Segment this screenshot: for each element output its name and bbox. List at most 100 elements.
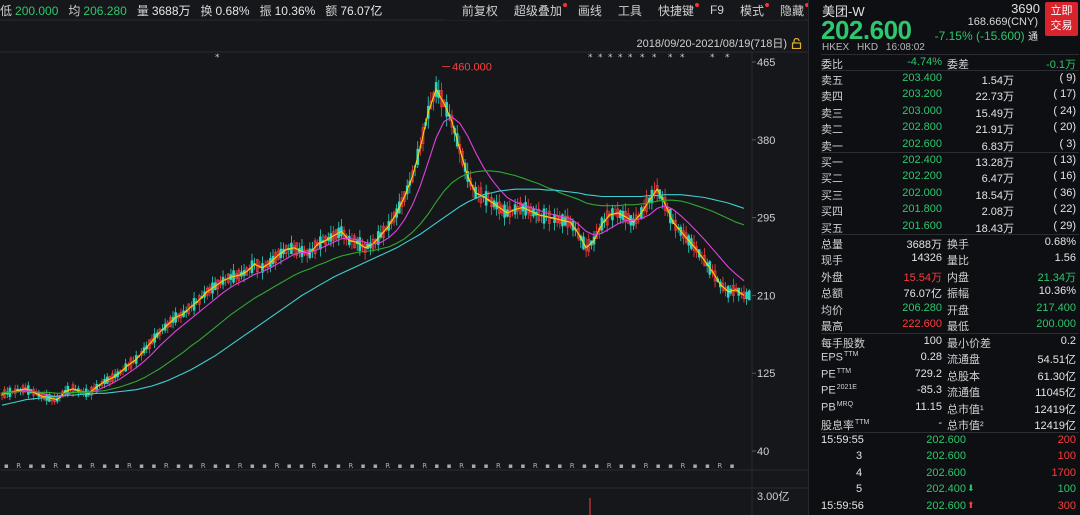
fundamental-label: EPSTTM <box>821 351 859 365</box>
tick-price: 202.600 <box>926 434 966 446</box>
weibi-value: -4.74% <box>907 56 942 68</box>
toolbar-button[interactable]: 前复权 <box>462 2 498 19</box>
toolbar-button[interactable]: 超级叠加 <box>514 2 567 19</box>
rights-marker: ▪ <box>594 462 599 470</box>
rights-marker: ▪ <box>299 462 304 470</box>
order-book-row[interactable]: 买一 202.400 13.28万( 13) <box>821 152 1076 169</box>
rights-marker: R <box>496 462 501 470</box>
toolbar-button[interactable]: 快捷键 <box>658 2 699 19</box>
tick-time: 3 <box>856 450 863 463</box>
ma-line-2 <box>1 116 745 398</box>
order-book-count: ( 16) <box>1053 170 1076 183</box>
stat-row: 总量 3688万 换手 0.68% <box>821 234 1076 251</box>
rights-marker: ▪ <box>41 462 46 470</box>
rights-marker: ▪ <box>410 462 415 470</box>
order-book-row[interactable]: 卖四 203.200 22.73万( 17) <box>821 86 1076 103</box>
rights-marker: ▪ <box>213 462 218 470</box>
rights-marker: R <box>90 462 95 470</box>
fundamental-value: 11.15 <box>915 400 942 413</box>
order-book-price: 202.200 <box>902 170 942 183</box>
toolbar-button[interactable]: F9 <box>710 3 724 17</box>
order-book-price: 203.400 <box>902 72 942 84</box>
fundamental-label: 股息率TTM <box>821 419 870 432</box>
y-tick-label: 465 <box>757 57 775 69</box>
fundamental-value: - <box>938 417 942 429</box>
stat-value: 10.36% <box>1038 285 1076 298</box>
event-star-icon: * <box>588 53 593 63</box>
order-book-count: ( 36) <box>1053 186 1076 199</box>
y-tick-label: 125 <box>757 368 775 380</box>
rights-marker: ▪ <box>558 462 563 470</box>
order-book-count: ( 17) <box>1053 88 1076 101</box>
rights-marker: ▪ <box>225 462 230 470</box>
rights-marker: R <box>164 462 169 470</box>
fundamental-value: 0.2 <box>1060 335 1076 347</box>
event-star-icon: * <box>618 53 623 63</box>
rights-marker: R <box>16 462 21 470</box>
rights-marker: R <box>312 462 317 470</box>
rights-marker: ▪ <box>668 462 673 470</box>
top-stat-label: 均 <box>68 3 81 18</box>
quote-time: 16:08:02 <box>885 42 925 53</box>
order-book-row[interactable]: 卖五 203.400 1.54万( 9) <box>821 70 1076 87</box>
order-book-row[interactable]: 卖三 203.000 15.49万( 24) <box>821 103 1076 120</box>
rights-marker: ▪ <box>115 462 120 470</box>
order-book-row[interactable]: 卖一 202.600 6.83万( 3) <box>821 136 1076 153</box>
rights-marker: ▪ <box>545 462 550 470</box>
trade-now-button[interactable]: 立即 交易 <box>1045 2 1078 36</box>
rights-marker: ▪ <box>705 462 710 470</box>
rights-marker: R <box>681 462 686 470</box>
fundamental-label-suffix: TTM <box>855 419 870 427</box>
rights-marker: ▪ <box>139 462 144 470</box>
kline-chart[interactable]: 465 380 295 210 125 40 460.000 * * * * * * * * * * * * ▪ R ▪ ▪… <box>0 0 808 515</box>
event-star-icon: * <box>680 53 685 63</box>
toolbar-button[interactable]: 模式 <box>740 2 769 19</box>
order-book-row[interactable]: 买二 202.200 6.47万( 16) <box>821 168 1076 185</box>
y-tick-label: 210 <box>757 290 775 302</box>
exchange-label: HKEX <box>822 42 850 53</box>
tick-time: 15:59:56 <box>821 499 864 512</box>
tick-volume: 100 <box>1057 450 1076 463</box>
rights-marker: R <box>533 462 538 470</box>
toolbar-button[interactable]: 隐藏 <box>780 2 809 19</box>
kline-chart-area[interactable]: 465 380 295 210 125 40 460.000 * * * * * * * * * * * * ▪ R ▪ ▪… <box>0 0 809 515</box>
top-stat-value: 76.07亿 <box>340 3 383 18</box>
stat-row: 总额 76.07亿 振幅 10.36% <box>821 283 1076 300</box>
y-tick-label: 295 <box>757 213 775 225</box>
tick-row: 15:59:56 202.600 ⬆ 300 <box>821 498 1076 515</box>
fundamental-label-suffix: TTM <box>836 367 852 375</box>
fundamental-label-suffix: TTM <box>844 351 859 359</box>
rights-marker: ▪ <box>373 462 378 470</box>
rights-marker: ▪ <box>361 462 366 470</box>
rights-marker: ▪ <box>484 462 489 470</box>
fundamental-row: PETTM 729.2 总股本 61.30亿 <box>821 366 1076 383</box>
y-tick-label: 40 <box>757 446 769 458</box>
date-range-text: 2018/09/20-2021/08/19(718日) <box>636 38 787 50</box>
order-book-row[interactable]: 买三 202.000 18.54万( 36) <box>821 185 1076 202</box>
stat-value: 222.600 <box>902 318 942 330</box>
tick-price: 202.400 <box>926 483 966 496</box>
rights-marker: ▪ <box>471 462 476 470</box>
top-stat-value: 3688万 <box>151 3 191 18</box>
fundamental-label-suffix: MRQ <box>836 400 854 408</box>
toolbar-button[interactable]: 画线 <box>578 2 602 19</box>
notify-dot <box>764 2 769 7</box>
tick-volume: 200 <box>1057 434 1076 446</box>
fundamental-row: 股息率TTM - 总市值² 12419亿 <box>821 415 1076 432</box>
top-stat: 均 206.280 <box>68 2 126 19</box>
fundamental-row: PE2021E -85.3 流通值 11045亿 <box>821 382 1076 399</box>
top-stat: 振 10.36% <box>260 2 316 19</box>
lock-icon[interactable] <box>791 37 802 49</box>
order-book-row[interactable]: 买四 201.800 2.08万( 22) <box>821 201 1076 218</box>
stat-row: 均价 206.280 开盘 217.400 <box>821 300 1076 317</box>
order-book-price: 201.600 <box>902 219 942 232</box>
toolbar-button[interactable]: 工具 <box>618 2 642 19</box>
order-book-row[interactable]: 卖二 202.800 21.91万( 20) <box>821 119 1076 136</box>
y-tick-label: 380 <box>757 135 775 147</box>
rights-marker: ▪ <box>447 462 452 470</box>
order-book-price: 202.600 <box>902 137 942 150</box>
order-book-count: ( 9) <box>1059 72 1077 84</box>
top-stat-value: 10.36% <box>274 3 316 18</box>
event-star-icon: * <box>640 53 645 63</box>
order-book-row[interactable]: 买五 201.600 18.43万( 29) <box>821 218 1076 235</box>
